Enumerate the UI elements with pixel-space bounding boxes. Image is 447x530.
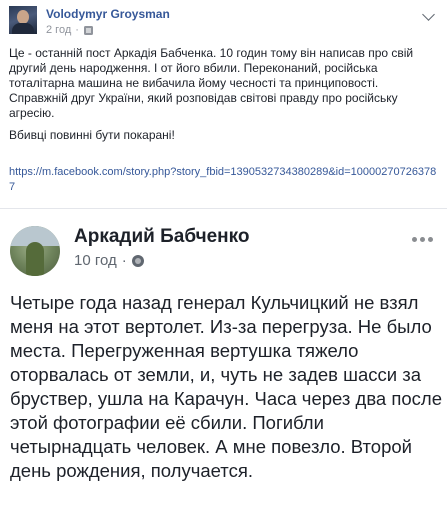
privacy-icon (83, 25, 93, 35)
avatar-body (12, 23, 34, 34)
post-meta: 2 год · (46, 24, 94, 36)
shared-avatar[interactable] (10, 226, 60, 276)
post-text: Це - останній пост Аркадія Бабченка. 10 … (9, 46, 439, 150)
avatar-figure (26, 242, 44, 276)
more-icon[interactable] (412, 237, 433, 242)
post-link[interactable]: https://m.facebook.com/story.php?story_f… (9, 165, 439, 195)
post-time[interactable]: 2 год (46, 24, 71, 36)
globe-icon (131, 254, 144, 267)
avatar-face (17, 10, 29, 24)
post-header: Volodymyr Groysman 2 год · (0, 0, 447, 40)
avatar[interactable] (9, 6, 37, 34)
chevron-down-icon[interactable] (422, 8, 435, 21)
shared-meta: 10 год · (74, 252, 144, 269)
post-paragraph-1: Це - останній пост Аркадія Бабченка. 10 … (9, 46, 414, 120)
shared-screenshot[interactable]: Аркадий Бабченко 10 год · Четыре года на… (0, 208, 447, 530)
shared-text: Четыре года назад генерал Кульчицкий не … (10, 292, 443, 481)
dot-separator: · (121, 252, 127, 269)
shared-author[interactable]: Аркадий Бабченко (74, 226, 250, 248)
post-paragraph-2: Вбивці повинні бути покарані! (9, 128, 175, 142)
post-author[interactable]: Volodymyr Groysman (46, 7, 170, 21)
dot-separator: · (75, 24, 79, 36)
shared-time[interactable]: 10 год (74, 252, 117, 269)
